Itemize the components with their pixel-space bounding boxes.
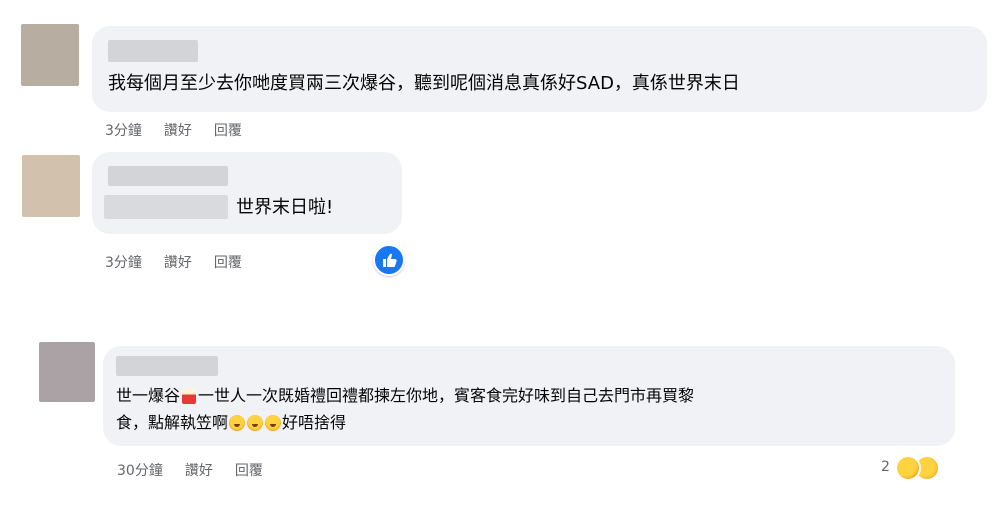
comment-bubble [92, 26, 987, 112]
like-button[interactable]: 讚好 [164, 120, 192, 140]
crying-face-icon [229, 415, 246, 431]
commenter-name[interactable] [116, 356, 218, 376]
popcorn-icon [182, 388, 197, 404]
reply-button[interactable]: 回覆 [214, 120, 242, 140]
like-button[interactable]: 讚好 [185, 460, 213, 480]
comment-text-line-1: 世一爆谷 一世人一次既婚禮回禮都揀左你地，賓客食完好味到自己去門市再買黎 [116, 386, 695, 405]
mentioned-name[interactable] [104, 195, 228, 219]
crying-face-icon [265, 415, 282, 431]
comment-actions: 3分鐘 讚好 回覆 [105, 252, 242, 272]
reaction-count[interactable]: 2 [881, 459, 890, 475]
reply-button[interactable]: 回覆 [214, 252, 242, 272]
avatar[interactable] [39, 342, 95, 402]
commenter-name[interactable] [108, 40, 198, 62]
reply-button[interactable]: 回覆 [235, 460, 263, 480]
commenter-name[interactable] [108, 166, 228, 186]
comment-time[interactable]: 3分鐘 [105, 252, 142, 272]
comment-time[interactable]: 3分鐘 [105, 120, 142, 140]
comment-time[interactable]: 30分鐘 [117, 460, 163, 480]
like-icon[interactable] [373, 244, 405, 276]
comment-text: 我每個月至少去你哋度買兩三次爆谷，聽到呢個消息真係好SAD，真係世界末日 [108, 73, 740, 94]
avatar[interactable] [22, 155, 80, 217]
avatar[interactable] [21, 24, 79, 86]
comment-actions: 30分鐘 讚好 回覆 [117, 460, 263, 480]
heart-face-icon[interactable] [895, 455, 921, 481]
crying-face-icon [247, 415, 264, 431]
comment-actions: 3分鐘 讚好 回覆 [105, 120, 242, 140]
comment-bubble [92, 152, 402, 234]
comment-text-line-2: 食，點解執笠啊 好唔捨得 [116, 413, 347, 432]
like-button[interactable]: 讚好 [164, 252, 192, 272]
comment-text: 世界末日啦! [236, 197, 334, 218]
